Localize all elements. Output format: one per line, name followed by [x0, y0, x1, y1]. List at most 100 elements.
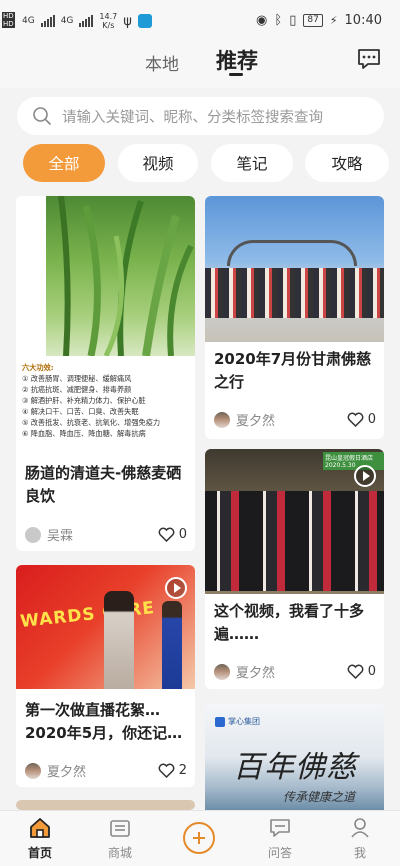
group-people: [205, 491, 384, 591]
card-image: [16, 800, 195, 810]
like-count: 2: [178, 763, 187, 778]
clock: 10:40: [344, 13, 382, 28]
charging-icon: ⚡: [329, 14, 338, 27]
usb-icon: ψ: [123, 13, 132, 29]
nav-profile[interactable]: 我: [335, 817, 385, 861]
play-icon[interactable]: [165, 577, 187, 599]
feed-card[interactable]: 六大功效: ① 改善肠胃、调理便秘、缓解痛风 ② 抗癌抗斑、减肥健身、排毒养颜 …: [16, 196, 195, 551]
card-title: 肠道的清道夫-佛慈麦硒良饮: [25, 464, 182, 505]
play-icon[interactable]: [354, 465, 376, 487]
like-button[interactable]: 2: [158, 763, 187, 778]
bluetooth-icon: ᛒ: [274, 13, 283, 28]
card-meta: 夏夕然 0: [214, 662, 376, 681]
nav-home-label: 首页: [27, 846, 52, 860]
card-meta: 夏夕然 2: [25, 761, 187, 780]
nav-profile-label: 我: [353, 846, 366, 860]
benefits-list: 六大功效: ① 改善肠胃、调理便秘、缓解痛风 ② 抗癌抗斑、减肥健身、排毒养颜 …: [22, 362, 192, 439]
benefits-heading: 六大功效:: [22, 363, 54, 372]
category-video[interactable]: 视频: [118, 144, 198, 182]
group-people: [205, 268, 384, 318]
calligraphy-title: 百年佛慈: [233, 750, 357, 785]
brand-logo: 掌心集团: [215, 716, 260, 727]
status-bar: HD HD 4G 4G 14.7 K/s ψ ◉ ᛒ ▯ 87 ⚡ 10:40: [0, 0, 400, 40]
search-placeholder: 请输入关键词、昵称、分类标签搜索查询: [62, 109, 323, 126]
like-count: 0: [367, 664, 376, 679]
card-image: WARDS CERE: [16, 565, 195, 689]
benefit-line: ⑤ 改善抵发、抗衰老、抗氧化、增强免疫力: [22, 418, 161, 427]
banner-text: WARDS CERE: [19, 597, 156, 633]
home-icon: [30, 818, 50, 838]
benefit-line: ③ 解酒护肝、补充精力体力、保护心脏: [22, 396, 146, 405]
bottom-nav: 首页 商城 问答 我: [0, 810, 400, 866]
nav-shop-label: 商城: [107, 846, 132, 860]
card-image: 六大功效: ① 改善肠胃、调理便秘、缓解痛风 ② 抗癌抗斑、减肥健身、排毒养颜 …: [16, 196, 195, 456]
network1-label: 4G: [22, 16, 35, 26]
sim1-label: HD: [2, 12, 15, 20]
card-title: 这个视频，我看了十多遍……: [214, 602, 365, 643]
heart-icon: [158, 763, 175, 778]
avatar: [25, 762, 41, 779]
author-name: 夏夕然: [236, 666, 276, 681]
benefit-line: ④ 解决口干、口苦、口臭、改善失眠: [22, 407, 139, 416]
benefit-line: ⑥ 降血脂、降血压、降血糖、解毒抗病: [22, 429, 146, 438]
search-icon: [33, 107, 51, 125]
profile-icon: [351, 818, 369, 838]
card-meta: 夏夕然 0: [214, 410, 376, 429]
category-notes[interactable]: 笔记: [211, 144, 293, 182]
author-name: 吴霖: [47, 529, 74, 544]
heart-icon: [158, 527, 175, 542]
benefit-line: ② 抗癌抗斑、减肥健身、排毒养颜: [22, 385, 132, 394]
card-image: 掌心集团 百年佛慈 传承健康之道: [205, 704, 384, 810]
like-count: 0: [367, 412, 376, 427]
network-speed: 14.7 K/s: [99, 12, 117, 30]
feed-card[interactable]: 掌心集团 百年佛慈 传承健康之道: [205, 704, 384, 810]
plant-photo: [46, 196, 195, 356]
category-guides[interactable]: 攻略: [305, 144, 389, 182]
calligraphy-subline: 传承健康之道: [283, 790, 356, 804]
speed-unit: K/s: [102, 21, 115, 30]
nav-shop[interactable]: 商城: [95, 817, 145, 861]
person-figure: [104, 591, 134, 689]
feed-card[interactable]: [16, 800, 195, 810]
card-title: 第一次做直播花絮…2020年5月，你还记…: [25, 701, 183, 742]
top-header: 本地 推荐: [0, 40, 400, 88]
tab-local[interactable]: 本地: [145, 50, 179, 75]
like-button[interactable]: 0: [158, 527, 187, 542]
message-icon[interactable]: [357, 48, 381, 70]
event-banner: 昆山皇冠假日酒店 2020.5.30: [323, 452, 384, 470]
shop-icon: [110, 820, 130, 837]
like-button[interactable]: 0: [347, 664, 376, 679]
battery-indicator: 87: [303, 14, 323, 27]
app-notification-icon: [137, 14, 152, 28]
author-name: 夏夕然: [47, 765, 87, 780]
network2-label: 4G: [60, 16, 74, 26]
plus-icon[interactable]: [183, 822, 215, 854]
benefit-line: ① 改善肠胃、调理便秘、缓解痛风: [22, 374, 132, 383]
author-name: 夏夕然: [236, 414, 276, 429]
feed-card[interactable]: WARDS CERE 第一次做直播花絮…2020年5月，你还记… 夏夕然 2: [16, 565, 195, 787]
tab-recommend[interactable]: 推荐: [216, 45, 258, 75]
qa-icon: [270, 819, 290, 837]
vibrate-icon: ▯: [289, 13, 297, 28]
card-image: [205, 196, 384, 342]
eye-comfort-icon: ◉: [256, 13, 268, 28]
avatar: [214, 663, 230, 680]
avatar: [25, 526, 41, 543]
like-button[interactable]: 0: [347, 412, 376, 427]
category-all[interactable]: 全部: [23, 144, 105, 182]
like-count: 0: [178, 527, 187, 542]
signal1-icon: [40, 15, 55, 27]
feed-card[interactable]: 2020年7月份甘肃佛慈之行 夏夕然 0: [205, 196, 384, 439]
heart-icon: [347, 412, 364, 427]
nav-home[interactable]: 首页: [15, 817, 65, 861]
nav-qa-label: 问答: [267, 846, 292, 860]
sim2-label: HD: [2, 20, 15, 28]
active-tab-indicator: [229, 73, 243, 76]
search-bar[interactable]: 请输入关键词、昵称、分类标签搜索查询: [17, 97, 384, 135]
nav-qa[interactable]: 问答: [255, 817, 305, 861]
feed-card[interactable]: 昆山皇冠假日酒店 2020.5.30 这个视频，我看了十多遍…… 夏夕然 0: [205, 449, 384, 689]
avatar: [214, 411, 230, 428]
card-title: 2020年7月份甘肃佛慈之行: [214, 350, 372, 391]
heart-icon: [347, 664, 364, 679]
person-figure: [162, 601, 182, 689]
